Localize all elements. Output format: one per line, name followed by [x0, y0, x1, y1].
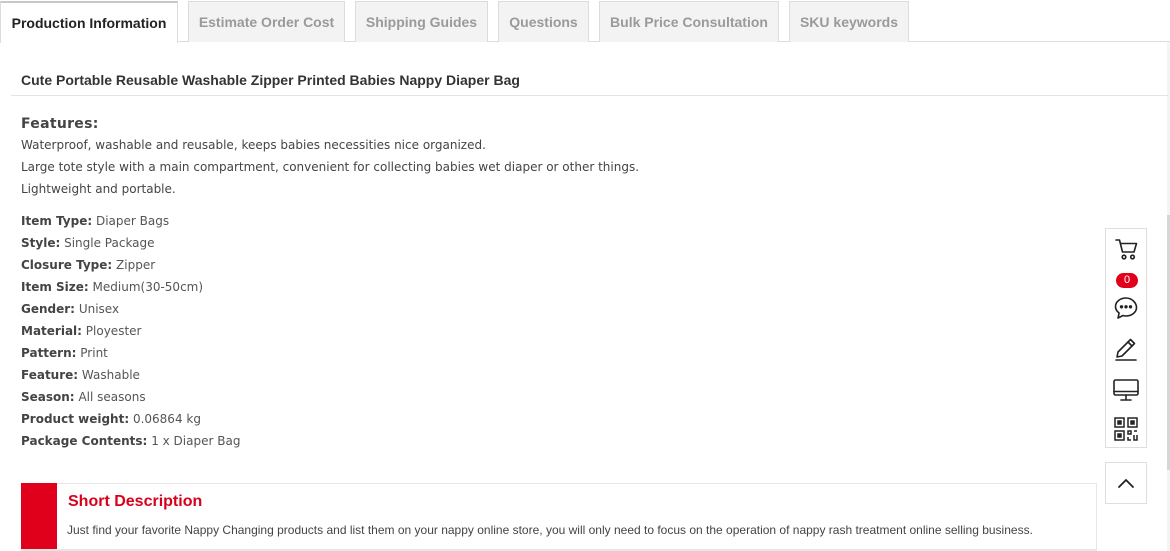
chat-button[interactable] — [1106, 289, 1146, 327]
cart-icon — [1114, 236, 1140, 262]
tab-label: Production Information — [11, 15, 167, 31]
tab-estimate-order-cost[interactable]: Estimate Order Cost — [188, 1, 345, 42]
spec-label: Item Size: — [21, 280, 89, 294]
qr-code-icon — [1113, 416, 1139, 442]
chevron-up-icon — [1117, 474, 1135, 493]
spec-value: Print — [80, 346, 108, 360]
feature-line: Waterproof, washable and reusable, keeps… — [21, 138, 486, 152]
edit-button[interactable] — [1106, 329, 1146, 369]
tab-label: SKU keywords — [799, 14, 899, 30]
short-description-text: Just find your favorite Nappy Changing p… — [67, 523, 1033, 537]
spec-gender: Gender: Unisex — [21, 301, 119, 317]
qr-code-button[interactable] — [1106, 411, 1146, 447]
spec-style: Style: Single Package — [21, 235, 155, 251]
tab-shipping-guides[interactable]: Shipping Guides — [355, 1, 488, 42]
spec-label: Package Contents: — [21, 434, 148, 448]
spec-value: Unisex — [78, 302, 120, 316]
tab-bar: Production Information Estimate Order Co… — [0, 0, 1170, 43]
spec-value: Diaper Bags — [95, 214, 170, 228]
spec-label: Feature: — [21, 368, 79, 382]
tab-label: Questions — [509, 14, 578, 30]
back-to-top-button[interactable] — [1105, 462, 1147, 504]
feature-line: Large tote style with a main compartment… — [21, 160, 640, 174]
spec-label: Pattern: — [21, 346, 77, 360]
spec-value: All seasons — [78, 390, 146, 404]
floating-toolbar: 0 — [1105, 228, 1147, 448]
chat-icon — [1113, 295, 1139, 321]
spec-label: Closure Type: — [21, 258, 113, 272]
spec-closure-type: Closure Type: Zipper — [21, 257, 155, 273]
tab-bulk-price-consultation[interactable]: Bulk Price Consultation — [599, 1, 779, 42]
monitor-button[interactable] — [1106, 371, 1146, 409]
spec-product-weight: Product weight: 0.06864 kg — [21, 411, 201, 427]
spec-value: 1 x Diaper Bag — [151, 434, 241, 448]
tab-label: Shipping Guides — [365, 14, 478, 30]
spec-value: Medium(30-50cm) — [92, 280, 204, 294]
features-heading: Features: — [21, 116, 99, 132]
spec-season: Season: All seasons — [21, 389, 146, 405]
spec-pattern: Pattern: Print — [21, 345, 108, 361]
spec-value: 0.06864 kg — [132, 412, 201, 426]
spec-package-contents: Package Contents: 1 x Diaper Bag — [21, 433, 240, 449]
spec-label: Product weight: — [21, 412, 130, 426]
short-description-heading: Short Description — [68, 493, 203, 510]
short-description-accent-bar — [21, 483, 57, 551]
pencil-icon — [1113, 336, 1139, 362]
spec-label: Style: — [21, 236, 61, 250]
spec-feature: Feature: Washable — [21, 367, 140, 383]
divider — [11, 95, 1168, 96]
spec-label: Season: — [21, 390, 75, 404]
spec-item-size: Item Size: Medium(30-50cm) — [21, 279, 203, 295]
tab-label: Estimate Order Cost — [198, 14, 335, 30]
tab-sku-keywords[interactable]: SKU keywords — [789, 1, 909, 42]
spec-item-type: Item Type: Diaper Bags — [21, 213, 169, 229]
product-title: Cute Portable Reusable Washable Zipper P… — [21, 72, 520, 88]
tab-production-information[interactable]: Production Information — [0, 1, 178, 43]
spec-label: Item Type: — [21, 214, 93, 228]
spec-label: Gender: — [21, 302, 75, 316]
spec-value: Washable — [81, 368, 140, 382]
feature-line: Lightweight and portable. — [21, 182, 176, 196]
cart-button[interactable]: 0 — [1106, 233, 1146, 288]
cart-count-badge: 0 — [1116, 273, 1138, 288]
spec-value: Ployester — [85, 324, 142, 338]
spec-value: Zipper — [116, 258, 156, 272]
spec-label: Material: — [21, 324, 82, 338]
tab-questions[interactable]: Questions — [498, 1, 589, 42]
monitor-icon — [1112, 377, 1140, 403]
spec-value: Single Package — [64, 236, 155, 250]
spec-material: Material: Ployester — [21, 323, 141, 339]
tab-label: Bulk Price Consultation — [610, 14, 768, 30]
